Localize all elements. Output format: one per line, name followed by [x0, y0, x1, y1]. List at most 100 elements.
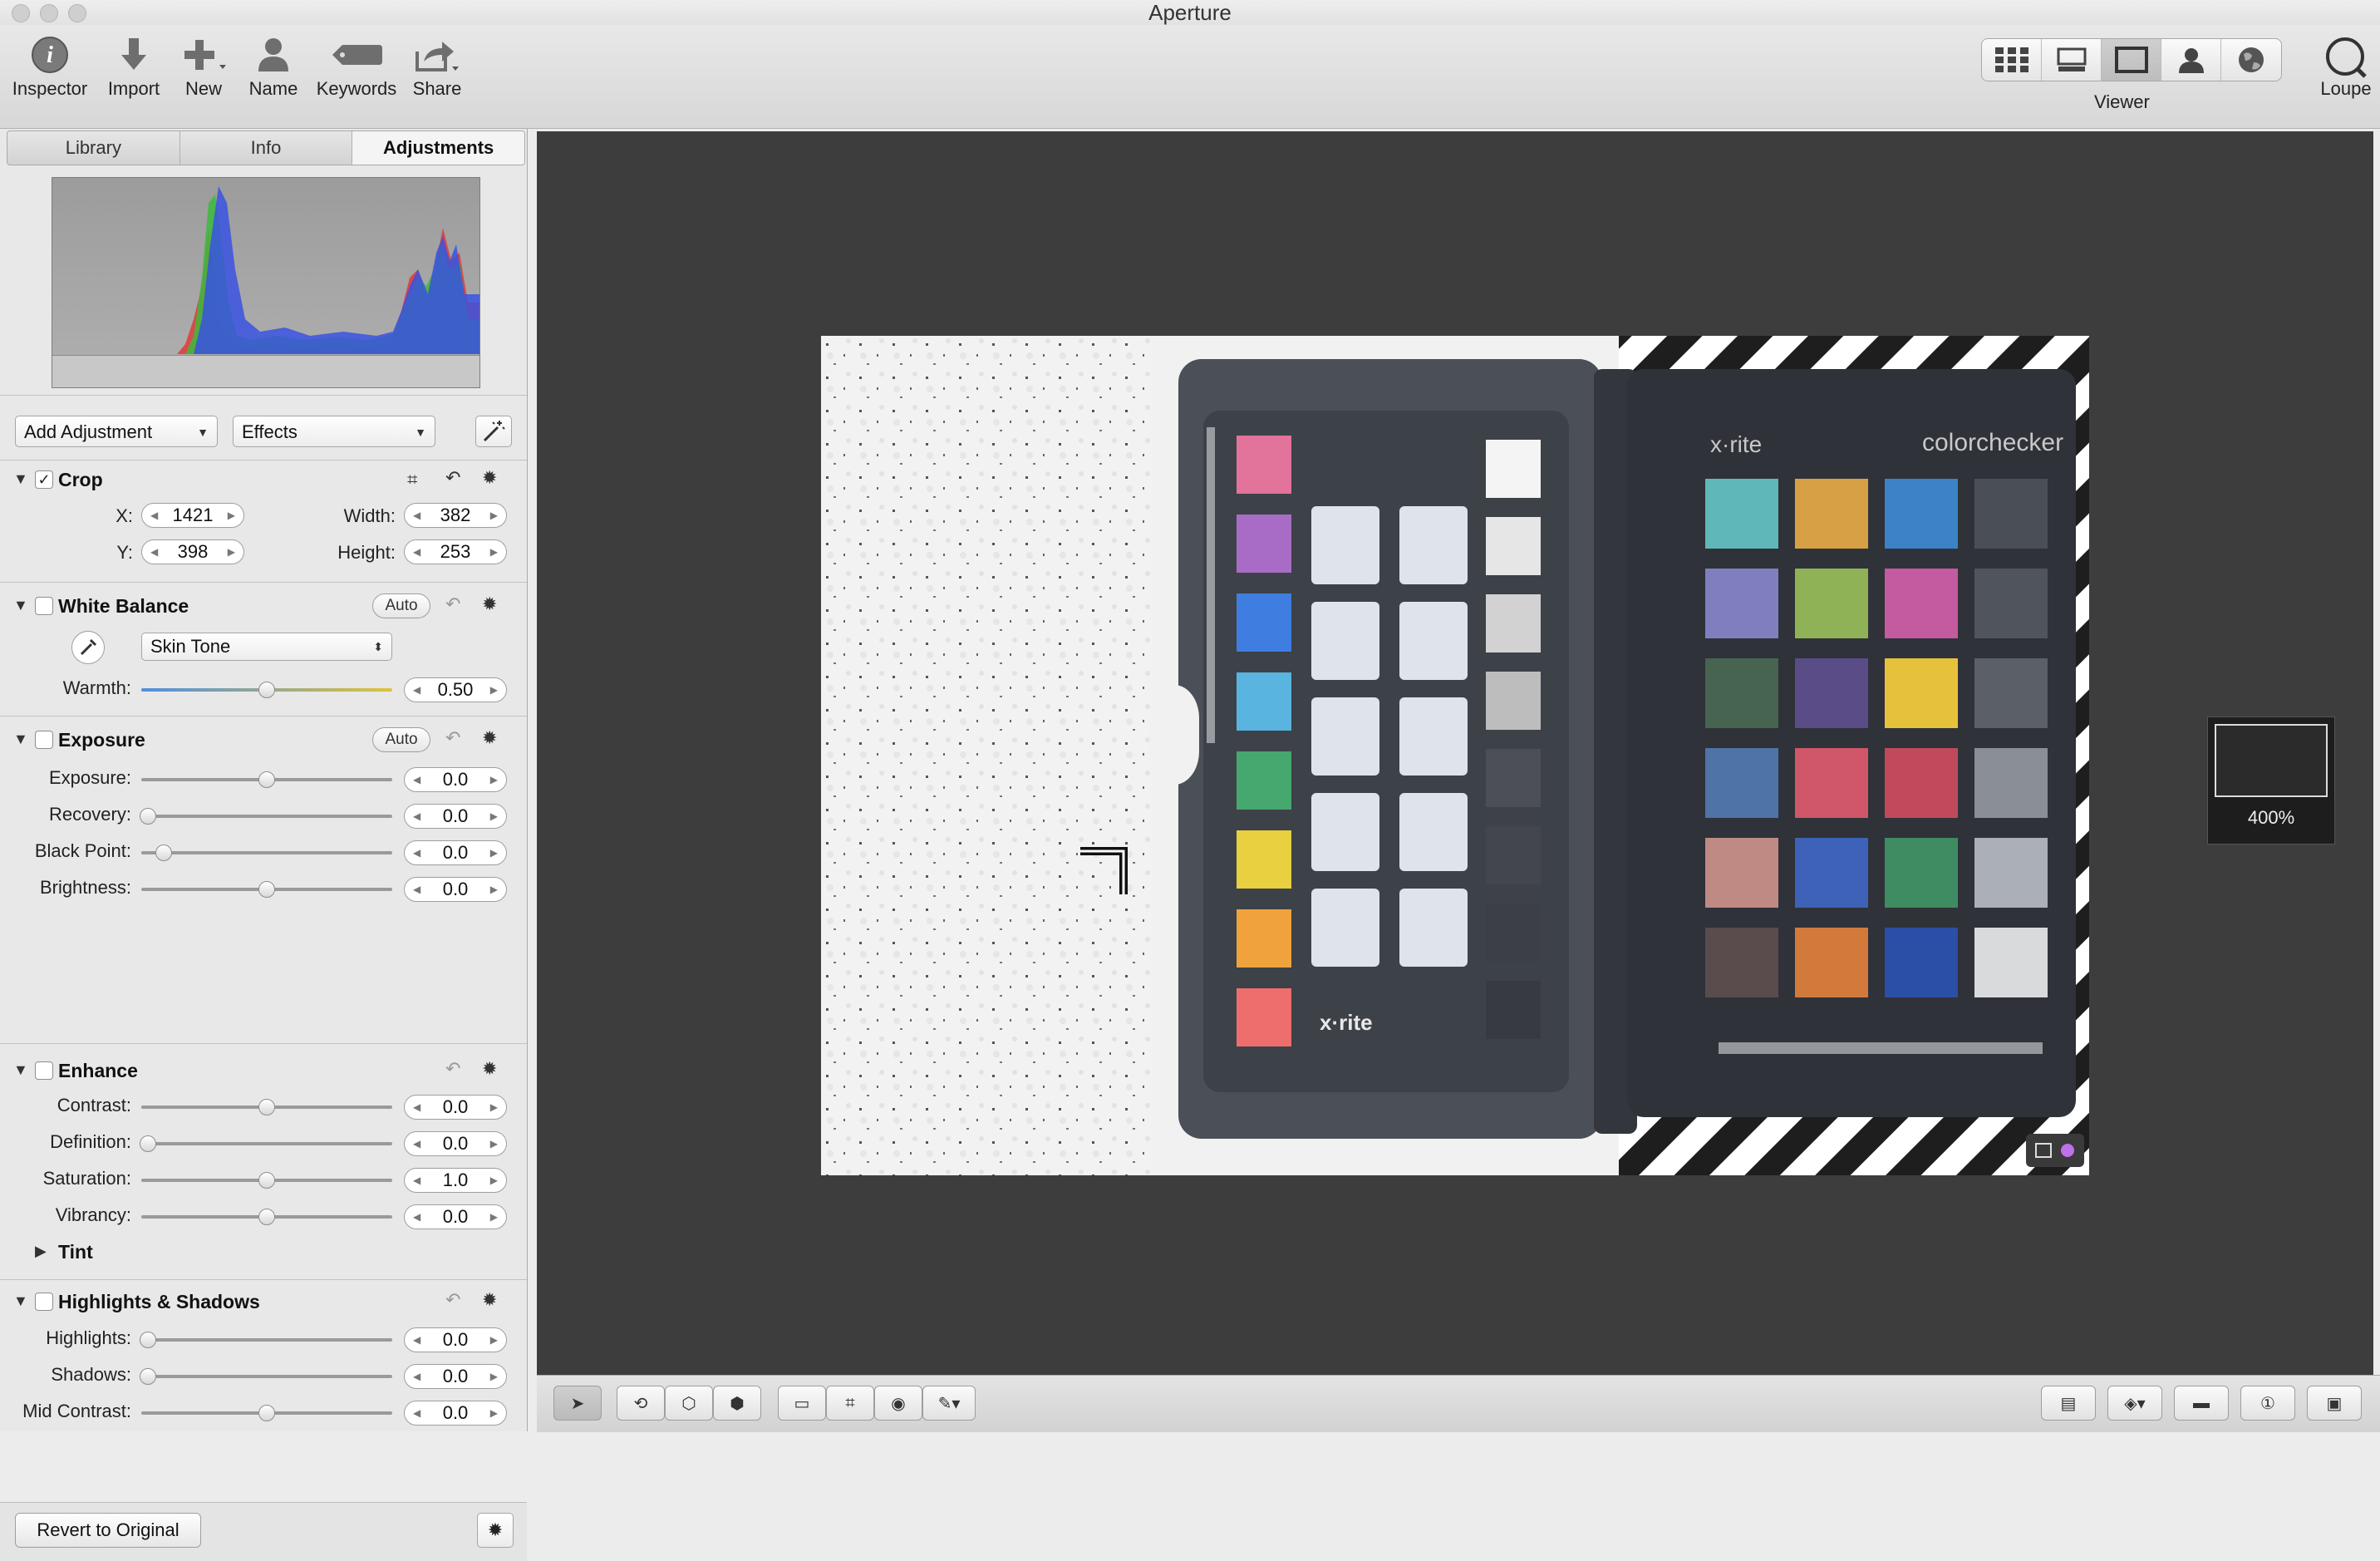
- disclosure-triangle-icon[interactable]: ▼: [13, 1293, 28, 1310]
- disclosure-triangle-icon[interactable]: ▼: [13, 731, 28, 748]
- viewer-view-button[interactable]: [2102, 39, 2161, 81]
- brush-tool-button[interactable]: ✎▾: [922, 1386, 976, 1421]
- filmstrip-toggle-button[interactable]: ▬: [2174, 1386, 2229, 1421]
- show-metadata-button[interactable]: ▤: [2041, 1386, 2096, 1421]
- faces-view-button[interactable]: [2161, 39, 2221, 81]
- zoom-viewport-indicator[interactable]: [2215, 724, 2328, 797]
- rotate-tool-button[interactable]: ⟲: [617, 1386, 665, 1421]
- places-view-button[interactable]: [2221, 39, 2281, 81]
- exposure-row-slider-thumb[interactable]: [258, 881, 275, 898]
- disclosure-triangle-right-icon[interactable]: ▶: [35, 1243, 47, 1260]
- keywords-button[interactable]: Keywords: [312, 35, 401, 100]
- exposure-checkbox[interactable]: [35, 731, 53, 749]
- exposure-row-field[interactable]: ◀ 0.0 ▶: [404, 840, 507, 865]
- import-button[interactable]: Import: [96, 35, 171, 100]
- crop-tool-icon[interactable]: ⌗: [407, 469, 417, 490]
- effects-menu[interactable]: Effects ▼: [233, 416, 435, 447]
- highlights-shadows-row-slider-track[interactable]: [141, 1338, 392, 1342]
- exposure-row-field[interactable]: ◀ 0.0 ▶: [404, 804, 507, 829]
- single-view-button[interactable]: ①: [2240, 1386, 2295, 1421]
- enhance-row-field[interactable]: ◀ 1.0 ▶: [404, 1168, 507, 1193]
- name-button[interactable]: Name: [236, 35, 311, 100]
- add-adjustment-menu[interactable]: Add Adjustment ▼: [15, 416, 218, 447]
- disclosure-triangle-icon[interactable]: ▼: [13, 1061, 28, 1079]
- tint-subsection[interactable]: ▶ Tint: [0, 1238, 527, 1268]
- overlay-options-button[interactable]: ◈▾: [2107, 1386, 2162, 1421]
- eyedropper-button[interactable]: [71, 631, 105, 664]
- exposure-row-slider-track[interactable]: [141, 851, 392, 854]
- crop-x-field[interactable]: ◀ 1421 ▶: [141, 503, 244, 528]
- enhance-row-slider-thumb[interactable]: [140, 1135, 156, 1152]
- browser-view-button[interactable]: [1982, 39, 2042, 81]
- highlights-shadows-row-slider-thumb[interactable]: [140, 1332, 156, 1348]
- exposure-row-slider-thumb[interactable]: [155, 845, 173, 861]
- gear-icon[interactable]: ✹: [482, 1289, 497, 1311]
- viewer-bottom-toolbar: ➤ ⟲ ⬡ ⬢ ▭ ⌗ ◉ ✎▾ ▤ ◈▾ ▬ ① ▣: [537, 1375, 2380, 1432]
- inspector-button[interactable]: i Inspector: [8, 35, 91, 100]
- exposure-row-slider-track[interactable]: [141, 815, 392, 818]
- gear-icon[interactable]: ✹: [482, 1058, 497, 1080]
- exposure-auto-button[interactable]: Auto: [372, 727, 430, 752]
- enhance-row-field[interactable]: ◀ 0.0 ▶: [404, 1095, 507, 1120]
- window-title: Aperture: [1148, 0, 1232, 25]
- enhance-row-slider-thumb[interactable]: [258, 1172, 275, 1189]
- crop-tool-button[interactable]: ⌗: [826, 1386, 874, 1421]
- reset-arrow-icon[interactable]: ↶: [445, 727, 460, 749]
- enhance-checkbox[interactable]: [35, 1061, 53, 1080]
- crop-checkbox[interactable]: ✓: [35, 470, 53, 489]
- highlights-shadows-row-field[interactable]: ◀ 0.0 ▶: [404, 1364, 507, 1389]
- reset-arrow-icon[interactable]: ↶: [445, 1289, 460, 1311]
- highlights-shadows-row-slider-thumb[interactable]: [140, 1368, 156, 1385]
- red-eye-tool-button[interactable]: ◉: [874, 1386, 922, 1421]
- exposure-row-slider-thumb[interactable]: [140, 808, 156, 825]
- new-button[interactable]: New: [175, 35, 233, 100]
- reset-arrow-icon[interactable]: ↶: [445, 593, 460, 615]
- crop-y-field[interactable]: ◀ 398 ▶: [141, 539, 244, 564]
- enhance-row-field[interactable]: ◀ 0.0 ▶: [404, 1204, 507, 1229]
- white-balance-auto-button[interactable]: Auto: [372, 593, 430, 618]
- reset-arrow-icon[interactable]: ↶: [445, 467, 460, 489]
- disclosure-triangle-icon[interactable]: ▼: [13, 470, 28, 488]
- highlights-shadows-row-field[interactable]: ◀ 0.0 ▶: [404, 1327, 507, 1352]
- adjustment-actions-button[interactable]: ✹: [477, 1513, 514, 1548]
- enhance-row-slider-track[interactable]: [141, 1142, 392, 1145]
- quick-brush-button[interactable]: [475, 416, 512, 447]
- full-screen-button[interactable]: ▣: [2307, 1386, 2362, 1421]
- white-balance-checkbox[interactable]: [35, 597, 53, 615]
- gear-icon[interactable]: ✹: [482, 467, 497, 489]
- stamp-tool-button[interactable]: ⬢: [713, 1386, 761, 1421]
- highlights-shadows-row-slider-track[interactable]: [141, 1375, 392, 1378]
- enhance-row-field[interactable]: ◀ 0.0 ▶: [404, 1131, 507, 1156]
- white-balance-mode-select[interactable]: Skin Tone ⬍: [141, 633, 392, 661]
- warmth-field[interactable]: ◀ 0.50 ▶: [404, 677, 507, 702]
- eyedropper-icon: [80, 638, 97, 656]
- tab-library[interactable]: Library: [7, 131, 180, 165]
- split-view-button[interactable]: [2042, 39, 2102, 81]
- enhance-row-slider-thumb[interactable]: [258, 1099, 275, 1115]
- warmth-slider-thumb[interactable]: [258, 682, 275, 698]
- zoom-navigator[interactable]: 400%: [2207, 716, 2335, 845]
- highlights-shadows-row-field[interactable]: ◀ 0.0 ▶: [404, 1401, 507, 1426]
- crop-height-field[interactable]: ◀ 253 ▶: [404, 539, 507, 564]
- share-button[interactable]: Share: [404, 35, 470, 100]
- tab-adjustments[interactable]: Adjustments: [352, 131, 524, 165]
- revert-to-original-button[interactable]: Revert to Original: [15, 1513, 201, 1548]
- crop-width-field[interactable]: ◀ 382 ▶: [404, 503, 507, 528]
- photo-colorchecker[interactable]: x·rite x·rite colorchecker: [821, 336, 2089, 1175]
- reset-arrow-icon[interactable]: ↶: [445, 1058, 460, 1080]
- image-viewer[interactable]: x·rite x·rite colorchecker 400%: [537, 131, 2373, 1375]
- straighten-tool-button[interactable]: ▭: [778, 1386, 826, 1421]
- gear-icon[interactable]: ✹: [482, 593, 497, 615]
- enhance-row-slider-thumb[interactable]: [258, 1209, 275, 1225]
- tab-info[interactable]: Info: [180, 131, 353, 165]
- gear-icon[interactable]: ✹: [482, 727, 497, 749]
- exposure-row-slider-thumb[interactable]: [258, 771, 275, 788]
- exposure-row-field[interactable]: ◀ 0.0 ▶: [404, 877, 507, 902]
- selection-tool-button[interactable]: ➤: [553, 1386, 602, 1421]
- highlights-shadows-checkbox[interactable]: [35, 1293, 53, 1311]
- lift-tool-button[interactable]: ⬡: [665, 1386, 713, 1421]
- loupe-button[interactable]: Loupe: [2315, 35, 2377, 100]
- exposure-row-field[interactable]: ◀ 0.0 ▶: [404, 767, 507, 792]
- disclosure-triangle-icon[interactable]: ▼: [13, 597, 28, 614]
- highlights-shadows-row-slider-thumb[interactable]: [258, 1405, 275, 1421]
